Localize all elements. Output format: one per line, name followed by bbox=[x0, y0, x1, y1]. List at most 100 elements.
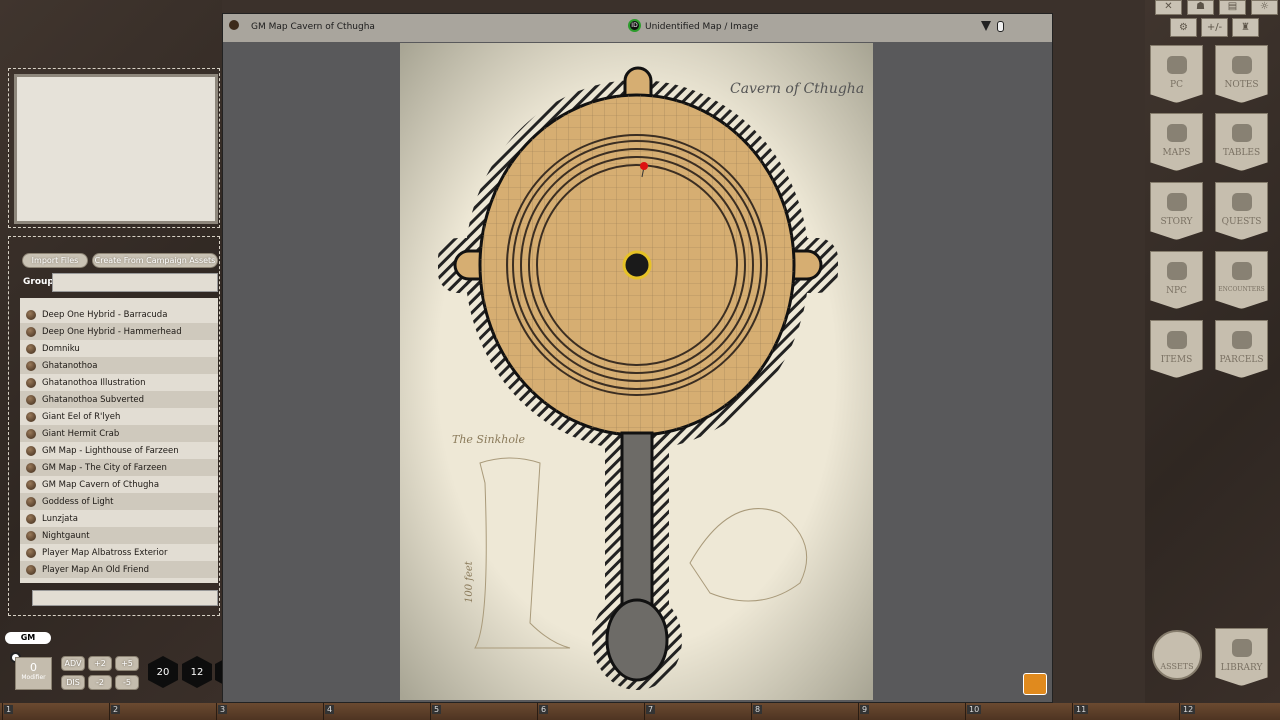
sidebar-label: MAPS bbox=[1163, 148, 1191, 158]
minus2-button[interactable]: -2 bbox=[88, 675, 112, 690]
hotkey-divider bbox=[216, 703, 217, 720]
list-item[interactable]: Lunzjata bbox=[20, 510, 218, 527]
hotkey-slot[interactable]: 9 bbox=[860, 705, 869, 714]
party-sheet-button[interactable]: ☗ bbox=[1187, 0, 1214, 15]
sidebar-pc-button[interactable]: PC bbox=[1150, 45, 1203, 103]
lock-icon[interactable] bbox=[997, 21, 1004, 32]
effects-button[interactable]: ♜ bbox=[1232, 18, 1259, 37]
hotkey-slot[interactable]: 12 bbox=[1181, 705, 1195, 714]
map-image[interactable]: Cavern of Cthugha The Sinkhole 100 feet bbox=[400, 43, 873, 700]
list-item[interactable]: Ghatanothoa Subverted bbox=[20, 391, 218, 408]
link-icon[interactable] bbox=[26, 463, 36, 473]
asset-filter-input[interactable] bbox=[32, 590, 218, 606]
story-icon bbox=[1167, 193, 1187, 211]
list-item[interactable]: Ghatanothoa bbox=[20, 357, 218, 374]
share-icon[interactable] bbox=[981, 21, 991, 31]
sidebar-maps-button[interactable]: MAPS bbox=[1150, 113, 1203, 171]
link-icon[interactable] bbox=[26, 565, 36, 575]
link-icon[interactable] bbox=[26, 548, 36, 558]
hotkey-slot[interactable]: 3 bbox=[218, 705, 227, 714]
link-icon[interactable] bbox=[26, 480, 36, 490]
lighting-button[interactable]: ☼ bbox=[1251, 0, 1278, 15]
token[interactable] bbox=[624, 252, 650, 278]
list-item-label: GM Map Cavern of Cthugha bbox=[42, 480, 159, 490]
create-from-campaign-assets-button[interactable]: Create From Campaign Assets bbox=[92, 253, 218, 268]
list-item[interactable]: Deep One Hybrid - Hammerhead bbox=[20, 323, 218, 340]
link-icon[interactable] bbox=[26, 395, 36, 405]
library-label: LIBRARY bbox=[1221, 663, 1263, 673]
link-icon[interactable] bbox=[26, 344, 36, 354]
list-item[interactable]: Goddess of Light bbox=[20, 493, 218, 510]
list-item[interactable]: GM Map Cavern of Cthugha bbox=[20, 476, 218, 493]
hotkey-slot[interactable]: 7 bbox=[646, 705, 655, 714]
sidebar-label: PARCELS bbox=[1219, 355, 1263, 365]
calendar-button[interactable]: ▤ bbox=[1219, 0, 1246, 15]
adv-button[interactable]: ADV bbox=[61, 656, 85, 671]
sidebar-label: TABLES bbox=[1223, 148, 1260, 158]
plus2-button[interactable]: +2 bbox=[88, 656, 112, 671]
dis-button[interactable]: DIS bbox=[61, 675, 85, 690]
link-icon[interactable] bbox=[26, 327, 36, 337]
link-icon[interactable] bbox=[26, 446, 36, 456]
plus5-button[interactable]: +5 bbox=[115, 656, 139, 671]
list-item[interactable]: Nightgaunt bbox=[20, 527, 218, 544]
hotkey-slot[interactable]: 2 bbox=[111, 705, 120, 714]
options-button[interactable]: ⚙ bbox=[1170, 18, 1197, 37]
list-item[interactable]: Domniku bbox=[20, 340, 218, 357]
sidebar-label: QUESTS bbox=[1222, 217, 1262, 227]
sidebar-quests-button[interactable]: QUESTS bbox=[1215, 182, 1268, 240]
maps-icon bbox=[1167, 124, 1187, 142]
modifier-box[interactable]: 0 Modifier bbox=[15, 657, 52, 690]
hotkey-slot[interactable]: 6 bbox=[539, 705, 548, 714]
modifiers-button[interactable]: +/- bbox=[1201, 18, 1228, 37]
link-icon[interactable] bbox=[26, 497, 36, 507]
hotkey-slot[interactable]: 5 bbox=[432, 705, 441, 714]
hotkey-slot[interactable]: 11 bbox=[1074, 705, 1088, 714]
sidebar-encounters-button[interactable]: ENCOUNTERS bbox=[1215, 251, 1268, 309]
hotkey-slot[interactable]: 1 bbox=[4, 705, 13, 714]
link-icon[interactable] bbox=[26, 531, 36, 541]
hotkey-divider bbox=[430, 703, 431, 720]
list-item-label: Lunzjata bbox=[42, 514, 78, 524]
sidebar-parcels-button[interactable]: PARCELS bbox=[1215, 320, 1268, 378]
list-item[interactable]: Player Map Albatross Exterior bbox=[20, 544, 218, 561]
link-icon[interactable] bbox=[26, 412, 36, 422]
sidebar-notes-button[interactable]: NOTES bbox=[1215, 45, 1268, 103]
assets-button[interactable]: ASSETS bbox=[1152, 630, 1202, 680]
map-tools-button[interactable] bbox=[1023, 673, 1047, 695]
hotkey-slot[interactable]: 8 bbox=[753, 705, 762, 714]
group-input[interactable] bbox=[52, 273, 218, 292]
hotkey-slot[interactable]: 10 bbox=[967, 705, 981, 714]
map-titlebar[interactable]: GM Map Cavern of Cthugha ID Unidentified… bbox=[223, 14, 1052, 42]
link-icon[interactable] bbox=[229, 20, 239, 30]
sidebar-label: NOTES bbox=[1225, 80, 1259, 90]
list-item-label: Ghatanothoa Illustration bbox=[42, 378, 146, 388]
id-status-label: Unidentified Map / Image bbox=[645, 22, 759, 32]
list-item[interactable]: GM Map - The City of Farzeen bbox=[20, 459, 218, 476]
list-item[interactable]: GM Map - Lighthouse of Farzeen bbox=[20, 442, 218, 459]
list-item[interactable]: Ghatanothoa Illustration bbox=[20, 374, 218, 391]
list-item[interactable]: Giant Eel of R'lyeh bbox=[20, 408, 218, 425]
sidebar-tables-button[interactable]: TABLES bbox=[1215, 113, 1268, 171]
sidebar-story-button[interactable]: STORY bbox=[1150, 182, 1203, 240]
sidebar-npc-button[interactable]: NPC bbox=[1150, 251, 1203, 309]
minus5-button[interactable]: -5 bbox=[115, 675, 139, 690]
sidebar-label: STORY bbox=[1161, 217, 1193, 227]
list-item[interactable]: Giant Hermit Crab bbox=[20, 425, 218, 442]
list-item-label: Giant Hermit Crab bbox=[42, 429, 119, 439]
library-button[interactable]: LIBRARY bbox=[1215, 628, 1268, 686]
import-files-button[interactable]: Import Files bbox=[22, 253, 88, 268]
map-title: GM Map Cavern of Cthugha bbox=[251, 22, 375, 32]
link-icon[interactable] bbox=[26, 429, 36, 439]
chat-area bbox=[14, 74, 218, 224]
hotkey-slot[interactable]: 4 bbox=[325, 705, 334, 714]
link-icon[interactable] bbox=[26, 378, 36, 388]
link-icon[interactable] bbox=[26, 361, 36, 371]
link-icon[interactable] bbox=[26, 514, 36, 524]
list-item[interactable]: Deep One Hybrid - Barracuda bbox=[20, 306, 218, 323]
id-toggle-icon[interactable]: ID bbox=[628, 19, 641, 32]
sidebar-items-button[interactable]: ITEMS bbox=[1150, 320, 1203, 378]
combat-tracker-button[interactable]: ✕ bbox=[1155, 0, 1182, 15]
list-item[interactable]: Player Map An Old Friend bbox=[20, 561, 218, 578]
link-icon[interactable] bbox=[26, 310, 36, 320]
